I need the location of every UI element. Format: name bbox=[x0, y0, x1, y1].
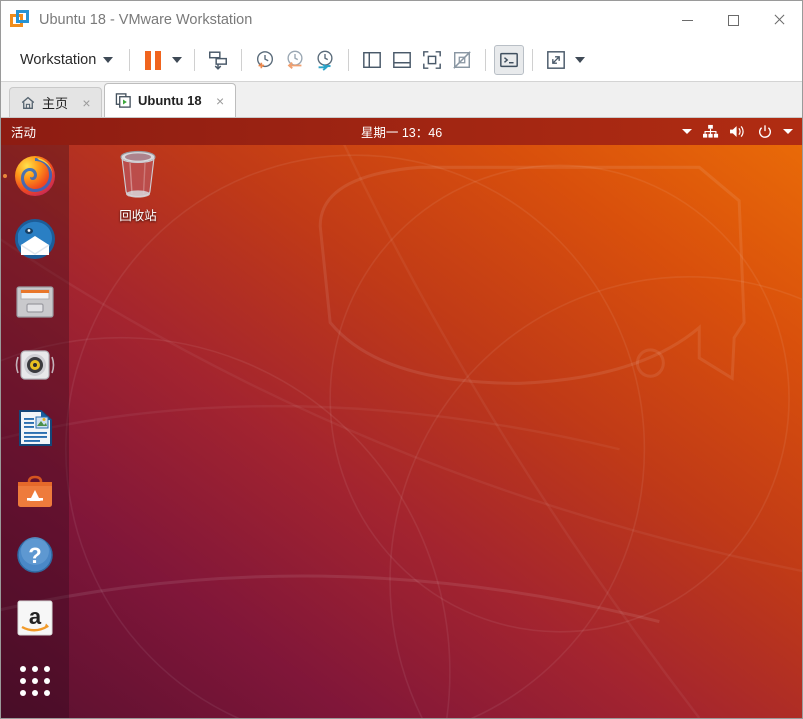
fullscreen-icon bbox=[547, 51, 566, 69]
dock-item-files[interactable] bbox=[12, 279, 58, 324]
snapshot-revert-icon bbox=[287, 50, 303, 69]
main-toolbar: Workstation bbox=[1, 39, 802, 82]
activities-button[interactable]: 活动 bbox=[1, 122, 36, 141]
trash-icon bbox=[120, 150, 156, 198]
thunderbird-icon bbox=[15, 218, 55, 259]
svg-text:?: ? bbox=[28, 543, 41, 568]
tab-ubuntu-18-label: Ubuntu 18 bbox=[138, 93, 202, 108]
title-bar-left: Ubuntu 18 - VMware Workstation bbox=[1, 10, 252, 30]
minimize-button[interactable] bbox=[664, 1, 710, 39]
snapshot-add-icon bbox=[257, 51, 274, 69]
send-ctrl-alt-del-button[interactable] bbox=[203, 45, 233, 75]
tab-ubuntu-18[interactable]: Ubuntu 18 × bbox=[104, 83, 236, 117]
amazon-icon: a bbox=[17, 600, 53, 636]
revert-snapshot-button[interactable] bbox=[280, 45, 310, 75]
window-controls bbox=[664, 1, 802, 39]
dock-item-ubuntu-software[interactable] bbox=[12, 469, 58, 514]
ubuntu-dock: ? a bbox=[1, 145, 69, 718]
send-key-icon bbox=[209, 51, 228, 70]
chevron-down-icon bbox=[172, 57, 183, 63]
pause-icon bbox=[145, 50, 162, 70]
chevron-down-icon bbox=[103, 57, 114, 63]
snapshot-manager-icon bbox=[317, 50, 333, 71]
workstation-menu-label: Workstation bbox=[20, 52, 97, 68]
hide-thumbnails-button[interactable] bbox=[447, 45, 477, 75]
panel-bottom-icon bbox=[393, 52, 412, 68]
gnome-top-bar: 活动 星期一 13：46 bbox=[1, 118, 802, 145]
show-bottom-panel-button[interactable] bbox=[387, 45, 417, 75]
toolbar-separator bbox=[129, 49, 131, 71]
toolbar-separator bbox=[485, 49, 487, 71]
take-snapshot-button[interactable] bbox=[250, 45, 280, 75]
title-bar: Ubuntu 18 - VMware Workstation bbox=[1, 1, 802, 39]
console-icon bbox=[500, 52, 519, 68]
workstation-menu-button[interactable]: Workstation bbox=[11, 48, 121, 72]
svg-text:a: a bbox=[29, 604, 42, 629]
vm-guest-screen[interactable]: 活动 星期一 13：46 回收站 ? a bbox=[1, 118, 802, 718]
tab-strip: 主页 × Ubuntu 18 × bbox=[1, 82, 802, 118]
power-icon bbox=[759, 124, 771, 138]
desktop-wallpaper[interactable] bbox=[1, 145, 802, 718]
tab-home[interactable]: 主页 × bbox=[9, 87, 103, 117]
tab-home-label: 主页 bbox=[42, 96, 69, 111]
vmware-logo-icon bbox=[10, 10, 30, 30]
pause-vm-button[interactable] bbox=[138, 45, 168, 75]
chevron-down-icon bbox=[682, 129, 692, 134]
rhythmbox-icon bbox=[15, 350, 55, 380]
snapshot-manager-button[interactable] bbox=[310, 45, 340, 75]
firefox-icon bbox=[15, 155, 55, 196]
power-options-caret[interactable] bbox=[168, 45, 186, 75]
fullscreen-caret[interactable] bbox=[571, 45, 589, 75]
desktop-icon-trash-label: 回收站 bbox=[119, 209, 157, 223]
chevron-down-icon bbox=[783, 129, 793, 134]
files-icon bbox=[16, 286, 54, 318]
network-wired-icon bbox=[703, 124, 719, 138]
toolbar-separator bbox=[194, 49, 196, 71]
help-icon: ? bbox=[17, 536, 53, 573]
dock-item-help[interactable]: ? bbox=[12, 532, 58, 577]
dock-item-libreoffice[interactable] bbox=[12, 406, 58, 451]
fullscreen-button[interactable] bbox=[541, 45, 571, 75]
dock-item-thunderbird[interactable] bbox=[12, 216, 58, 261]
show-thumbnails-button[interactable] bbox=[417, 45, 447, 75]
volume-icon bbox=[730, 126, 744, 137]
window-title: Ubuntu 18 - VMware Workstation bbox=[39, 12, 253, 28]
show-applications-button[interactable] bbox=[12, 659, 58, 704]
close-button[interactable] bbox=[756, 1, 802, 39]
desktop-icon-trash[interactable]: 回收站 bbox=[99, 149, 177, 224]
libreoffice-writer-icon bbox=[19, 410, 52, 447]
dock-item-firefox[interactable] bbox=[3, 153, 58, 198]
dock-item-amazon[interactable]: a bbox=[12, 596, 58, 641]
console-view-button[interactable] bbox=[494, 45, 525, 75]
show-left-panel-button[interactable] bbox=[357, 45, 387, 75]
thumbnail-bar-off-icon bbox=[453, 51, 471, 69]
running-indicator bbox=[3, 173, 7, 178]
tab-home-close-button[interactable]: × bbox=[80, 96, 93, 110]
gnome-status-area[interactable] bbox=[682, 124, 802, 140]
toolbar-separator bbox=[532, 49, 534, 71]
chevron-down-icon bbox=[575, 57, 586, 63]
tab-ubuntu-18-close-button[interactable]: × bbox=[214, 94, 227, 108]
panel-left-icon bbox=[363, 52, 382, 68]
toolbar-separator bbox=[348, 49, 350, 71]
wallpaper-artwork bbox=[1, 145, 802, 718]
vmware-workstation-window: Ubuntu 18 - VMware Workstation Workstati… bbox=[0, 0, 803, 719]
dock-item-rhythmbox[interactable] bbox=[12, 343, 58, 388]
toolbar-separator bbox=[241, 49, 243, 71]
maximize-button[interactable] bbox=[710, 1, 756, 39]
ubuntu-software-icon bbox=[18, 475, 52, 507]
vm-play-icon bbox=[115, 93, 131, 108]
home-icon bbox=[21, 96, 35, 109]
thumbnail-bar-icon bbox=[423, 51, 442, 69]
